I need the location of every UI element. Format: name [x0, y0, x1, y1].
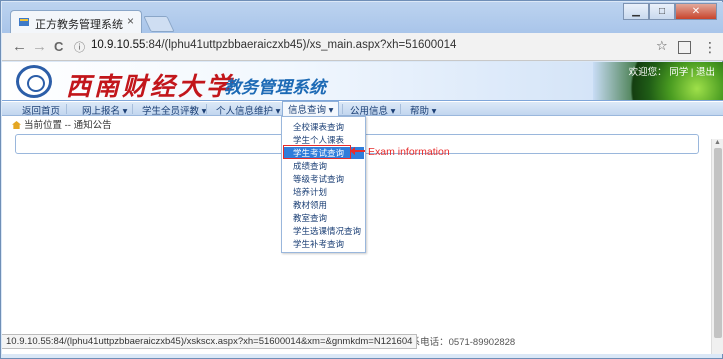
browser-window: 正方教务管理系统 × ▁ □ ✕ ← → C ⓘ 10.9.10.55:84/(…	[0, 0, 723, 359]
breadcrumb: 当前位置 -- 通知公告	[12, 117, 112, 131]
breadcrumb-text: 当前位置 -- 通知公告	[24, 120, 112, 131]
nav-personal-info[interactable]: 个人信息维护 ▾	[216, 103, 280, 117]
menu-item-grade-query[interactable]: 成绩查询	[283, 160, 364, 172]
info-query-dropdown: 全校课表查询 学生个人课表 学生考试查询 成绩查询 等级考试查询 培养计划 教材…	[281, 116, 366, 253]
university-name: 西南财经大学	[66, 72, 235, 101]
menu-item-makeup-exam-query[interactable]: 学生补考查询	[283, 238, 364, 250]
nav-help[interactable]: 帮助 ▾	[410, 103, 436, 117]
logout-link[interactable]: 退出	[696, 67, 715, 78]
reload-icon[interactable]: C	[54, 39, 63, 54]
vertical-scrollbar[interactable]: ▲	[711, 139, 723, 354]
scroll-up-icon[interactable]: ▲	[714, 139, 721, 146]
url-path: :84/(lphu41uttpzbbaeraiczxb45)/xs_main.a…	[145, 39, 457, 51]
tab-title: 正方教务管理系统	[35, 19, 123, 31]
menu-item-training-plan[interactable]: 培养计划	[283, 186, 364, 198]
menu-item-textbook-pickup[interactable]: 教材领用	[283, 199, 364, 211]
menu-item-school-timetable[interactable]: 全校课表查询	[283, 121, 364, 133]
nav-divider	[132, 104, 133, 114]
menu-item-classroom-query[interactable]: 教室查询	[283, 212, 364, 224]
welcome-text: 欢迎您：	[628, 67, 667, 78]
tab-close-icon[interactable]: ×	[127, 14, 134, 28]
home-icon	[12, 121, 21, 129]
nav-divider	[400, 104, 401, 114]
system-name: 教务管理系统	[224, 78, 326, 97]
annotation-arrow-icon	[350, 147, 365, 155]
nav-online-registration[interactable]: 网上报名 ▾	[82, 103, 127, 117]
address-toolbar: ← → C ⓘ 10.9.10.55:84/(lphu41uttpzbbaera…	[2, 33, 723, 61]
menu-item-course-selection-query[interactable]: 学生选课情况查询	[283, 225, 364, 237]
nav-teaching-evaluation[interactable]: 学生全员评教 ▾	[142, 103, 206, 117]
address-bar[interactable]: ⓘ 10.9.10.55:84/(lphu41uttpzbbaeraiczxb4…	[74, 37, 674, 57]
annotation-highlight-box	[283, 145, 351, 159]
site-info-icon[interactable]: ⓘ	[74, 39, 85, 55]
tab-strip: 正方教务管理系统 × ▁ □ ✕	[2, 2, 723, 33]
extension-icon[interactable]	[678, 41, 691, 54]
status-bar-url: 10.9.10.55:84/(lphu41uttpzbbaeraiczxb45)…	[2, 334, 418, 349]
new-tab-button[interactable]	[143, 16, 175, 32]
user-bar: 欢迎您： 同学 | 退出	[629, 64, 715, 78]
site-header: 西南财经大学 教务管理系统 欢迎您： 同学 | 退出	[2, 62, 723, 101]
page-viewport: 西南财经大学 教务管理系统 欢迎您： 同学 | 退出 返回首页 网上报名 ▾ 学…	[2, 62, 723, 354]
bookmark-star-icon[interactable]: ☆	[656, 38, 668, 54]
user-bar-divider: |	[690, 67, 694, 78]
nav-info-query[interactable]: 信息查询 ▾	[282, 101, 340, 116]
close-window-button[interactable]: ✕	[675, 3, 717, 20]
nav-home[interactable]: 返回首页	[22, 103, 60, 117]
url-text[interactable]: 10.9.10.55:84/(lphu41uttpzbbaeraiczxb45)…	[91, 39, 456, 51]
browser-tab[interactable]: 正方教务管理系统 ×	[10, 10, 142, 33]
main-nav: 返回首页 网上报名 ▾ 学生全员评教 ▾ 个人信息维护 ▾ 信息查询 ▾ 公用信…	[2, 101, 723, 117]
menu-item-level-exam-query[interactable]: 等级考试查询	[283, 173, 364, 185]
app-favicon-icon	[19, 18, 29, 26]
browser-menu-icon[interactable]: ⋮	[703, 39, 717, 56]
nav-divider	[206, 104, 207, 114]
minimize-button[interactable]: ▁	[623, 3, 649, 20]
back-arrow-icon[interactable]: ←	[12, 38, 27, 55]
scroll-thumb[interactable]	[714, 148, 722, 338]
nav-divider	[66, 104, 67, 114]
annotation-label: Exam information	[368, 146, 450, 158]
university-seal-icon	[16, 65, 52, 98]
forward-arrow-icon[interactable]: →	[32, 38, 47, 55]
user-name-link[interactable]: 同学	[669, 67, 688, 78]
nav-divider	[342, 104, 343, 114]
nav-public-info[interactable]: 公用信息 ▾	[350, 103, 395, 117]
window-controls: ▁ □ ✕	[623, 3, 717, 21]
maximize-button[interactable]: □	[649, 3, 675, 20]
url-host: 10.9.10.55	[91, 39, 146, 51]
